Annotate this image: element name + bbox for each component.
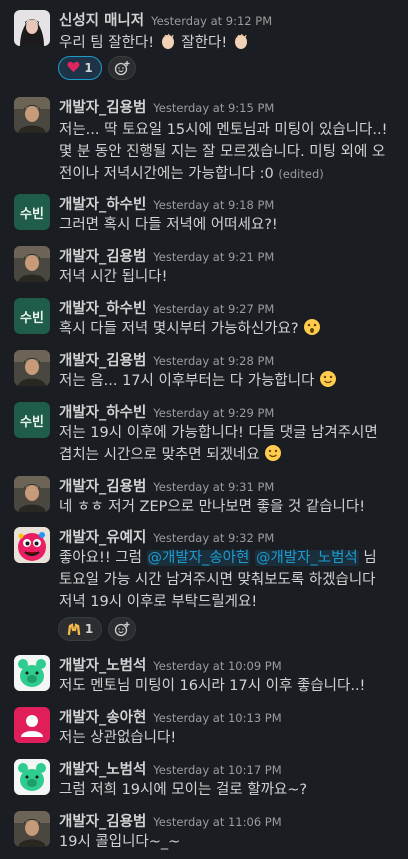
message-text: 몇 분 동안 진행될 지는 잘 모르겠습니다. 미팅 외에 오 [59,144,386,160]
message-text: 우리 팀 잘한다! 잘한다! [59,32,250,57]
bear-avatar-icon [14,655,50,691]
message-text: 저녁 19시 이후로 부탁드릴게요! [59,594,258,610]
avatar[interactable] [14,707,50,743]
user-mention[interactable]: @개발자_송아현 [146,550,251,566]
sender-name[interactable]: 개발자_김용범 [59,100,146,116]
sender-name[interactable]: 개발자_김용범 [59,814,146,830]
raised-hands-reaction[interactable]: 1 [58,617,102,641]
avatar[interactable] [14,350,50,386]
default-user-icon [14,707,50,743]
user-photo-icon [14,476,50,512]
message-text: 겹치는 시간으로 맞추면 되겠네요 [59,444,282,469]
sender-name[interactable]: 개발자_노범석 [59,762,146,778]
timestamp[interactable]: Yesterday at 9:27 PM [153,302,274,316]
timestamp[interactable]: Yesterday at 11:06 PM [153,815,281,829]
user-photo-icon [14,350,50,386]
timestamp[interactable]: Yesterday at 10:13 PM [153,711,281,725]
heart-icon [67,61,80,76]
timestamp[interactable]: Yesterday at 9:31 PM [153,480,274,494]
message-text: 저도 멘토님 미팅이 16시라 17시 이후 좋습니다..! [59,678,366,694]
timestamp[interactable]: Yesterday at 10:09 PM [153,659,281,673]
user-photo-icon [14,246,50,282]
add-emoji-icon [114,622,130,637]
add-reaction-button[interactable] [108,617,136,641]
sender-name[interactable]: 개발자_하수빈 [59,301,146,317]
message-text: 저녁 시간 됩니다! [59,269,168,285]
message-text: 저는 음... 17시 이후부터는 다 가능합니다 [59,370,337,395]
sender-name[interactable]: 개발자_노범석 [59,658,146,674]
message-text: 그러면 혹시 다들 저녁에 어떠세요?! [59,217,278,233]
clap-emoji-icon [159,32,177,57]
avatar[interactable] [14,246,50,282]
timestamp[interactable]: Yesterday at 9:12 PM [151,14,272,28]
user-photo-icon [14,97,50,133]
message-text: 저는 상관없습니다! [59,730,177,746]
sender-name[interactable]: 신성지 매니저 [59,13,144,29]
avatar[interactable] [14,10,50,46]
heart-reaction[interactable]: 1 [58,56,102,80]
message-text: 네 ㅎㅎ 저거 ZEP으로 만나보면 좋을 것 같습니다! [59,499,366,515]
sender-name[interactable]: 개발자_하수빈 [59,405,146,421]
raised-hands-icon [67,621,81,638]
timestamp[interactable]: Yesterday at 9:29 PM [153,406,274,420]
avatar[interactable]: 수빈 [14,194,50,230]
add-emoji-icon [114,61,130,76]
avatar[interactable] [14,811,50,847]
message-text: 그럼 저희 19시에 모이는 걸로 할까요~? [59,782,308,798]
user-mention[interactable]: @개발자_노범석 [254,550,359,566]
message-text: 전이나 저녁시간에는 가능합니다 :0 (edited) [59,166,324,182]
sender-name[interactable]: 개발자_유예지 [59,530,146,546]
avatar[interactable]: 수빈 [14,298,50,334]
sender-name[interactable]: 개발자_송아현 [59,710,146,726]
add-reaction-button[interactable] [108,56,136,80]
avatar[interactable] [14,476,50,512]
slightly-smiling-face-emoji-icon [319,370,337,395]
avatar[interactable] [14,527,50,563]
timestamp[interactable]: Yesterday at 10:17 PM [153,763,281,777]
sender-name[interactable]: 개발자_김용범 [59,249,146,265]
sender-name[interactable]: 개발자_김용범 [59,479,146,495]
message-text: 저는 19시 이후에 가능합니다! 다들 댓글 남겨주시면 [59,425,378,441]
edited-label: (edited) [278,167,324,181]
message-text: 19시 콜입니다~_~ [59,834,181,850]
slightly-smiling-face-emoji-icon [264,444,282,469]
message-text: 좋아요!! 그럼 @개발자_송아현 @개발자_노범석 님 [59,550,377,566]
surprised-face-emoji-icon [303,318,321,343]
timestamp[interactable]: Yesterday at 9:28 PM [153,354,274,368]
clap-emoji-icon [232,32,250,57]
message-text: 혹시 다들 저녁 몇시부터 가능하신가요? [59,318,321,343]
message-text: 토요일 가능 시간 남겨주시면 맞춰보도록 하겠습니다 [59,572,376,588]
sender-name[interactable]: 개발자_김용범 [59,353,146,369]
timestamp[interactable]: Yesterday at 9:21 PM [153,250,274,264]
timestamp[interactable]: Yesterday at 9:15 PM [153,101,274,115]
avatar[interactable]: 수빈 [14,402,50,438]
user-photo-icon [14,811,50,847]
sender-name[interactable]: 개발자_하수빈 [59,197,146,213]
avatar[interactable] [14,655,50,691]
avatar[interactable] [14,759,50,795]
timestamp[interactable]: Yesterday at 9:32 PM [153,531,274,545]
bear-avatar-icon [14,759,50,795]
user-photo-icon [14,10,50,46]
timestamp[interactable]: Yesterday at 9:18 PM [153,198,274,212]
avatar[interactable] [14,97,50,133]
monster-avatar-icon [14,527,50,563]
message-text: 저는... 딱 토요일 15시에 멘토님과 미팅이 있습니다..! [59,122,388,138]
